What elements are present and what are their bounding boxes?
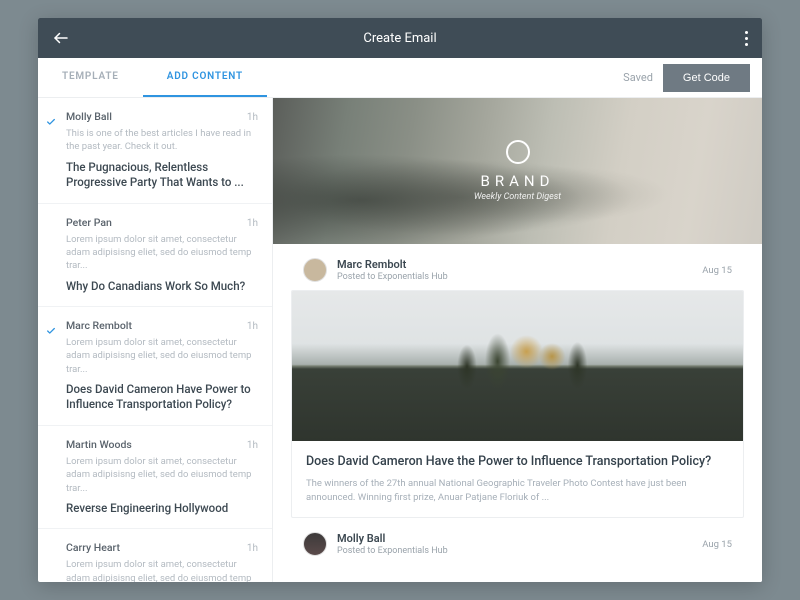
brand-subtitle: Weekly Content Digest xyxy=(474,192,561,202)
content-list[interactable]: Molly Ball 1h This is one of the best art… xyxy=(38,98,273,582)
item-excerpt: Lorem ipsum dolor sit amet, consectetur … xyxy=(66,558,258,582)
avatar xyxy=(303,532,327,556)
item-headline: The Pugnacious, Relentless Progressive P… xyxy=(66,160,258,191)
card-header: Molly Ball Posted to Exponentials Hub Au… xyxy=(303,532,732,556)
card-author-block: Marc Rembolt Posted to Exponentials Hub xyxy=(337,258,692,282)
tab-template[interactable]: TEMPLATE xyxy=(38,58,143,97)
card-header: Marc Rembolt Posted to Exponentials Hub … xyxy=(303,258,732,282)
card-text: Does David Cameron Have the Power to Inf… xyxy=(292,441,743,517)
card-author: Marc Rembolt xyxy=(337,258,692,271)
check-icon xyxy=(46,321,56,340)
tabs: TEMPLATE ADD CONTENT xyxy=(38,58,267,97)
card-author: Molly Ball xyxy=(337,532,692,545)
avatar xyxy=(303,258,327,282)
card-date: Aug 15 xyxy=(702,265,732,276)
list-item[interactable]: Martin Woods 1h Lorem ipsum dolor sit ame… xyxy=(38,426,272,529)
hero-banner: BRAND Weekly Content Digest xyxy=(273,98,762,244)
tab-add-content[interactable]: ADD CONTENT xyxy=(143,58,267,97)
get-code-button[interactable]: Get Code xyxy=(663,64,750,92)
check-icon xyxy=(46,112,56,131)
content-card: Molly Ball Posted to Exponentials Hub Au… xyxy=(291,532,744,556)
card-posted: Posted to Exponentials Hub xyxy=(337,546,692,556)
list-item[interactable]: Peter Pan 1h Lorem ipsum dolor sit amet, … xyxy=(38,204,272,307)
item-time: 1h xyxy=(247,321,258,332)
item-time: 1h xyxy=(247,112,258,123)
list-item[interactable]: Carry Heart 1h Lorem ipsum dolor sit amet… xyxy=(38,529,272,582)
card-date: Aug 15 xyxy=(702,539,732,550)
item-excerpt: This is one of the best articles I have … xyxy=(66,127,258,154)
item-headline: Why Do Canadians Work So Much? xyxy=(66,279,258,295)
item-time: 1h xyxy=(247,543,258,554)
card-excerpt: The winners of the 27th annual National … xyxy=(306,477,729,506)
list-item[interactable]: Marc Rembolt 1h Lorem ipsum dolor sit ame… xyxy=(38,307,272,426)
card-author-block: Molly Ball Posted to Exponentials Hub xyxy=(337,532,692,556)
toolbar-right: Saved Get Code xyxy=(623,58,762,97)
item-excerpt: Lorem ipsum dolor sit amet, consectetur … xyxy=(66,233,258,273)
card-posted: Posted to Exponentials Hub xyxy=(337,272,692,282)
card-image xyxy=(292,291,743,441)
item-excerpt: Lorem ipsum dolor sit amet, consectetur … xyxy=(66,336,258,376)
main: Molly Ball 1h This is one of the best art… xyxy=(38,98,762,582)
item-headline: Does David Cameron Have Power to Influen… xyxy=(66,382,258,413)
card-body: Does David Cameron Have the Power to Inf… xyxy=(291,290,744,518)
page-title: Create Email xyxy=(363,31,436,46)
item-author: Carry Heart xyxy=(66,541,120,554)
email-preview[interactable]: BRAND Weekly Content Digest Marc Rembolt… xyxy=(273,98,762,582)
item-excerpt: Lorem ipsum dolor sit amet, consectetur … xyxy=(66,455,258,495)
brand-logo-icon xyxy=(506,140,530,164)
item-time: 1h xyxy=(247,440,258,451)
toolbar: TEMPLATE ADD CONTENT Saved Get Code xyxy=(38,58,762,98)
item-headline: Reverse Engineering Hollywood xyxy=(66,501,258,517)
back-arrow-icon[interactable] xyxy=(52,29,70,47)
item-author: Marc Rembolt xyxy=(66,319,132,332)
item-author: Peter Pan xyxy=(66,216,112,229)
item-author: Molly Ball xyxy=(66,110,112,123)
app-window: Create Email TEMPLATE ADD CONTENT Saved … xyxy=(38,18,762,582)
content-card: Marc Rembolt Posted to Exponentials Hub … xyxy=(291,258,744,518)
more-menu-icon[interactable] xyxy=(745,31,748,46)
card-title: Does David Cameron Have the Power to Inf… xyxy=(306,453,729,471)
saved-label: Saved xyxy=(623,71,653,84)
brand-name: BRAND xyxy=(481,172,555,190)
list-item[interactable]: Molly Ball 1h This is one of the best art… xyxy=(38,98,272,204)
item-author: Martin Woods xyxy=(66,438,132,451)
titlebar: Create Email xyxy=(38,18,762,58)
item-time: 1h xyxy=(247,218,258,229)
